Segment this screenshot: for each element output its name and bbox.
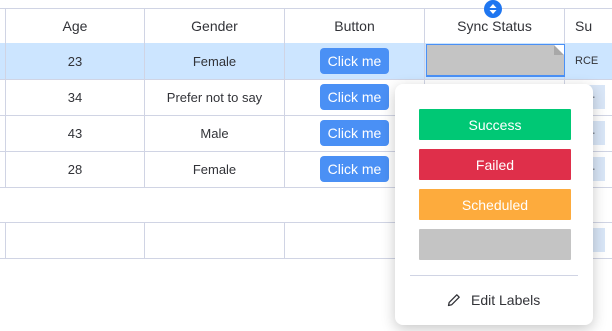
gender-value: Male: [200, 125, 229, 141]
gender-cell[interactable]: Female: [145, 151, 285, 187]
age-value: 43: [67, 125, 83, 141]
sort-arrows-icon: [489, 4, 497, 14]
click-me-button[interactable]: Click me: [319, 120, 390, 146]
status-label-dropdown: Success Failed Scheduled Edit Labels: [395, 84, 593, 325]
age-cell[interactable]: 34: [6, 79, 145, 115]
column-header-button[interactable]: Button: [285, 9, 425, 43]
sync-status-selected-editor[interactable]: [426, 44, 565, 77]
dropdown-divider: [410, 275, 578, 276]
click-me-button[interactable]: Click me: [319, 48, 390, 74]
gender-value: Prefer not to say: [166, 89, 263, 105]
gender-cell[interactable]: Male: [145, 115, 285, 151]
partial-cell[interactable]: RCE: [565, 43, 612, 79]
edit-labels-button[interactable]: Edit Labels: [445, 289, 540, 311]
fold-corner-icon: [554, 45, 564, 55]
label-option-failed[interactable]: Failed: [419, 149, 571, 180]
gender-cell[interactable]: Female: [145, 43, 285, 79]
edit-labels-text: Edit Labels: [471, 292, 541, 308]
label-option-empty[interactable]: [419, 229, 571, 260]
age-cell[interactable]: [6, 223, 145, 258]
table-row[interactable]: 23 Female Click me RCE: [0, 43, 612, 80]
label-option-scheduled[interactable]: Scheduled: [419, 189, 571, 220]
pencil-icon: [445, 291, 463, 309]
age-cell[interactable]: 43: [6, 115, 145, 151]
header-row: Age Gender Button Sync Status Su: [0, 8, 612, 44]
age-cell[interactable]: 23: [6, 43, 145, 79]
column-header-partial[interactable]: Su: [565, 9, 612, 43]
age-value: 34: [67, 89, 83, 105]
age-value: 23: [67, 53, 83, 69]
age-value: 28: [67, 161, 83, 177]
gender-cell[interactable]: [145, 223, 285, 258]
button-cell: Click me: [285, 43, 425, 79]
label-option-success[interactable]: Success: [419, 109, 571, 140]
gender-value: Female: [192, 161, 237, 177]
partial-value: RCE: [575, 55, 599, 67]
column-header-gender[interactable]: Gender: [145, 9, 285, 43]
sort-icon[interactable]: [484, 0, 502, 18]
age-cell[interactable]: 28: [6, 151, 145, 187]
click-me-button[interactable]: Click me: [319, 156, 390, 182]
click-me-button[interactable]: Click me: [319, 84, 390, 110]
gender-value: Female: [192, 53, 237, 69]
column-header-age[interactable]: Age: [6, 9, 145, 43]
gender-cell[interactable]: Prefer not to say: [145, 79, 285, 115]
